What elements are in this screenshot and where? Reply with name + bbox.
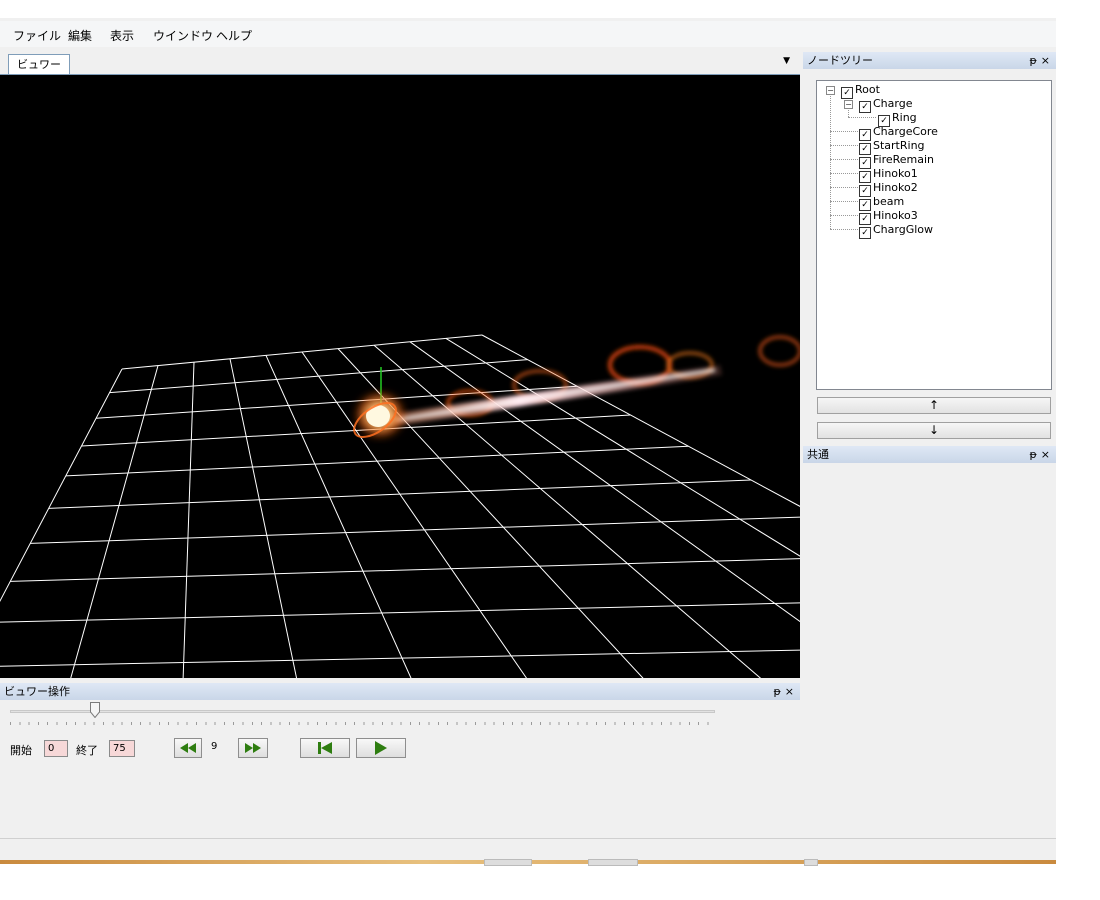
- viewer-control-header: ビュワー操作 ᵽ×: [0, 683, 800, 700]
- tree-node-chargglow[interactable]: ✓ ChargGlow: [859, 223, 933, 239]
- start-label: 開始: [10, 744, 32, 757]
- expander-charge[interactable]: −: [844, 100, 853, 109]
- menu-view[interactable]: 表示: [110, 27, 134, 44]
- rewind-button[interactable]: [174, 738, 202, 758]
- menu-edit[interactable]: 編集: [68, 27, 92, 44]
- jump-to-start-button[interactable]: [300, 738, 350, 758]
- frame-slider-ticks: [10, 722, 715, 725]
- taskbar-item: [588, 859, 638, 866]
- viewer-control-title: ビュワー操作: [4, 685, 70, 698]
- viewer-tabstrip: ビュワー ▼: [0, 50, 800, 75]
- checkbox-checked-icon[interactable]: ✓: [859, 101, 871, 113]
- tree-node-startring[interactable]: ✓ StartRing: [859, 139, 925, 155]
- move-down-button[interactable]: ↓: [817, 422, 1051, 439]
- frame-slider-thumb[interactable]: [89, 702, 100, 718]
- play-button[interactable]: [356, 738, 406, 758]
- end-label: 終了: [76, 744, 98, 757]
- end-frame-input[interactable]: 75: [109, 740, 135, 757]
- pin-icon[interactable]: ᵽ: [1029, 54, 1040, 67]
- common-panel-header: 共通 ᵽ×: [803, 446, 1056, 463]
- tree-node-hinoko2[interactable]: ✓ Hinoko2: [859, 181, 918, 197]
- skip-to-start-icon: [318, 742, 332, 754]
- node-tree-title: ノードツリー: [807, 54, 873, 67]
- tree-node-chargecore[interactable]: ✓ ChargeCore: [859, 125, 938, 141]
- tree-node-beam[interactable]: ✓ beam: [859, 195, 904, 211]
- menu-window[interactable]: ウインドウ: [153, 27, 213, 44]
- tab-viewer[interactable]: ビュワー: [8, 54, 70, 74]
- menu-bar: ファイル 編集 表示 ウインドウ ヘルプ: [0, 21, 1056, 47]
- checkbox-checked-icon[interactable]: ✓: [859, 227, 871, 239]
- node-tree-header: ノードツリー ᵽ×: [803, 52, 1056, 69]
- fast-forward-icon: [245, 743, 261, 753]
- tree-node-hinoko1[interactable]: ✓ Hinoko1: [859, 167, 918, 183]
- fast-forward-button[interactable]: [238, 738, 268, 758]
- checkbox-checked-icon[interactable]: ✓: [841, 87, 853, 99]
- chevron-down-icon[interactable]: ▼: [783, 56, 790, 66]
- taskbar-item: [804, 859, 818, 866]
- tree-node-hinoko3[interactable]: ✓ Hinoko3: [859, 209, 918, 225]
- tree-node-fireremain[interactable]: ✓ FireRemain: [859, 153, 934, 169]
- node-tree[interactable]: − − ✓ Root ✓ Charge ✓ Ring ✓ ChargeCore ✓ Sta…: [816, 80, 1052, 390]
- common-panel-title: 共通: [807, 448, 829, 461]
- move-up-button[interactable]: ↑: [817, 397, 1051, 414]
- frame-slider-track[interactable]: [10, 710, 715, 713]
- tree-node-charge[interactable]: ✓ Charge: [859, 97, 912, 113]
- status-separator: [0, 838, 1056, 839]
- scene-canvas: [0, 334, 800, 678]
- ground-grid: [0, 334, 800, 678]
- current-frame: 9: [211, 741, 218, 752]
- tree-node-ring[interactable]: ✓ Ring: [878, 111, 917, 127]
- start-frame-input[interactable]: 0: [44, 740, 68, 757]
- expander-root[interactable]: −: [826, 86, 835, 95]
- tree-node-root[interactable]: ✓ Root: [841, 83, 880, 99]
- close-icon[interactable]: ×: [1041, 54, 1054, 67]
- play-icon: [375, 741, 387, 755]
- viewer-viewport[interactable]: [0, 75, 800, 678]
- pin-icon[interactable]: ᵽ: [773, 685, 784, 698]
- close-icon[interactable]: ×: [785, 685, 798, 698]
- close-icon[interactable]: ×: [1041, 448, 1054, 461]
- rewind-icon: [180, 743, 196, 753]
- pin-icon[interactable]: ᵽ: [1029, 448, 1040, 461]
- taskbar-item: [484, 859, 532, 866]
- menu-file[interactable]: ファイル: [13, 27, 61, 44]
- menu-help[interactable]: ヘルプ: [216, 27, 252, 44]
